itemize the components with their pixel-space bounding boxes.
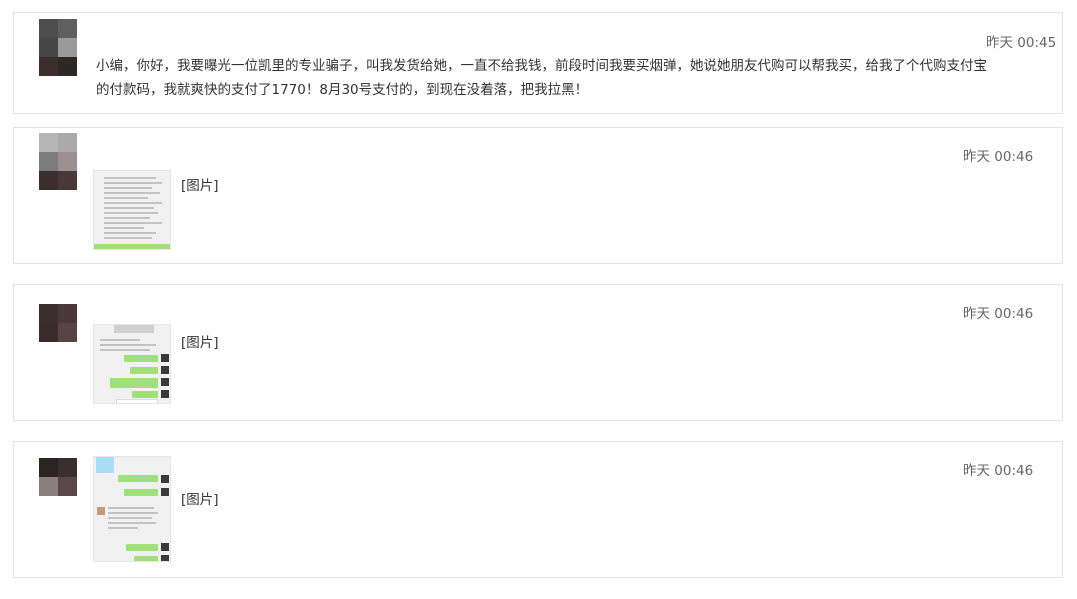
- message-text: 小编，你好，我要曝光一位凯里的专业骗子，叫我发货给她，一直不给我钱，前段时间我要…: [96, 58, 987, 98]
- image-placeholder-label: [图片]: [181, 492, 219, 508]
- chat-screenshot-thumbnail[interactable]: [93, 170, 171, 250]
- message-card: 昨天 00:45 小编，你好，我要曝光一位凯里的专业骗子，叫我发货给她，一直不给…: [13, 12, 1063, 114]
- avatar: [39, 458, 77, 496]
- message-card: 昨天 00:46 [图片]: [13, 284, 1063, 421]
- message-card: 昨天 00:46 [图片]: [13, 441, 1063, 578]
- avatar: [39, 304, 77, 342]
- image-placeholder-label: [图片]: [181, 335, 219, 351]
- chat-screenshot-thumbnail[interactable]: [93, 324, 171, 404]
- message-timestamp: 昨天 00:45: [986, 35, 1057, 51]
- message-timestamp: 昨天 00:46: [963, 306, 1034, 322]
- message-timestamp: 昨天 00:46: [963, 149, 1034, 165]
- message-card: 昨天 00:46 [图片]: [13, 127, 1063, 264]
- chat-screenshot-thumbnail[interactable]: [93, 456, 171, 562]
- image-placeholder-label: [图片]: [181, 178, 219, 194]
- avatar: [39, 133, 77, 190]
- avatar: [39, 19, 77, 76]
- message-timestamp: 昨天 00:46: [963, 463, 1034, 479]
